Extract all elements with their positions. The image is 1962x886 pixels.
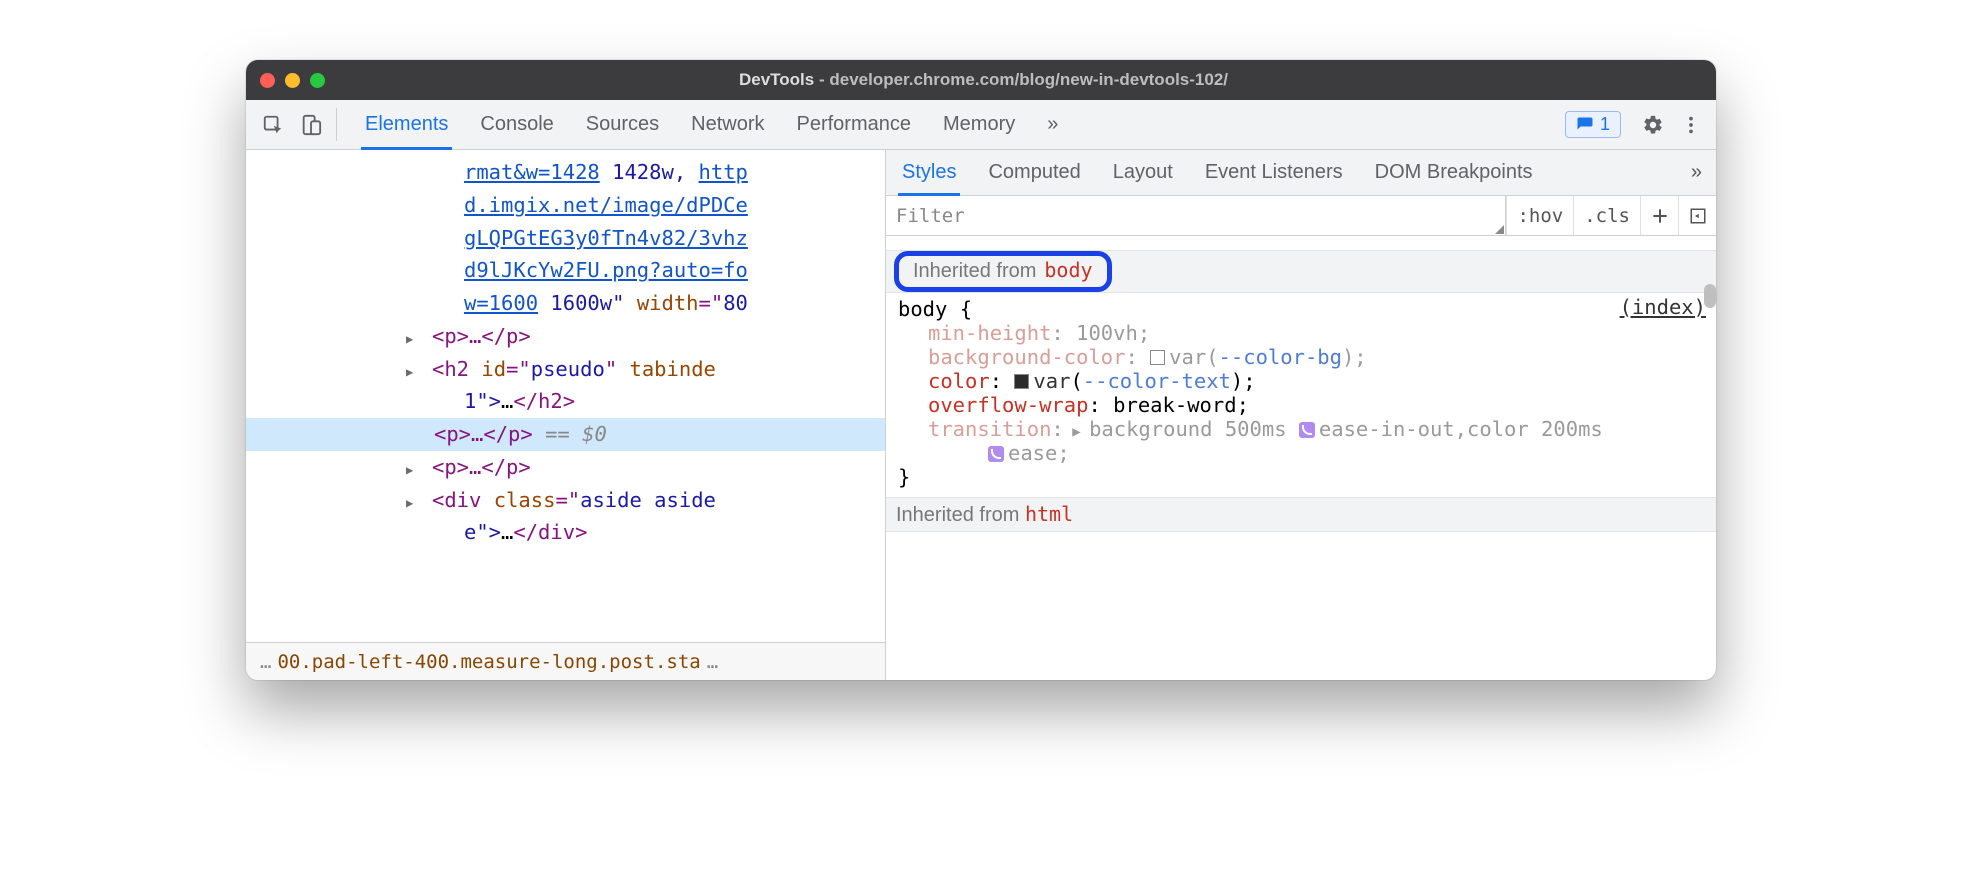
tab-elements[interactable]: Elements [349, 100, 464, 149]
subtab-dom-breakpoints[interactable]: DOM Breakpoints [1359, 150, 1549, 195]
titlebar-url: developer.chrome.com/blog/new-in-devtool… [829, 70, 1228, 89]
dom-line[interactable]: rmat&w=1428 1428w, http [246, 156, 885, 189]
subtab-event-listeners[interactable]: Event Listeners [1189, 150, 1359, 195]
dom-line[interactable]: e">…</div> [246, 516, 885, 549]
tab-network[interactable]: Network [675, 100, 780, 149]
color-swatch-icon[interactable] [1014, 374, 1029, 389]
close-window-button[interactable] [260, 73, 275, 88]
dom-line[interactable]: gLQPGtEG3y0fTn4v82/3vhz [246, 222, 885, 255]
subtab-layout[interactable]: Layout [1097, 150, 1189, 195]
styles-pane[interactable]: Inherited from body (index) body { min-h… [886, 236, 1716, 680]
breadcrumb-ellipsis[interactable]: … [254, 651, 277, 673]
devtools-window: DevTools - developer.chrome.com/blog/new… [246, 60, 1716, 680]
sidebar-tabs: Styles Computed Layout Event Listeners D… [886, 150, 1716, 196]
rule-close: } [898, 465, 1706, 489]
inherited-from-html-header[interactable]: Inherited from html [886, 497, 1716, 532]
breadcrumb-path[interactable]: 00.pad-left-400.measure-long.post.sta [277, 651, 700, 673]
breadcrumb-ellipsis[interactable]: … [701, 651, 724, 673]
more-menu-icon[interactable] [1672, 114, 1710, 136]
inherited-from-body-header[interactable]: Inherited from body [886, 250, 1716, 293]
tab-performance[interactable]: Performance [781, 100, 928, 149]
bezier-editor-icon[interactable] [988, 446, 1004, 462]
inherited-selector: body [1044, 258, 1092, 282]
rule-selector[interactable]: body { [898, 297, 1706, 321]
inspect-element-icon[interactable] [254, 114, 292, 136]
dom-line[interactable]: d.imgix.net/image/dPDCe [246, 189, 885, 222]
color-swatch-icon[interactable] [1150, 350, 1165, 365]
hov-toggle[interactable]: :hov [1506, 196, 1573, 235]
css-prop-overflow-wrap[interactable]: overflow-wrap: break-word; [898, 393, 1706, 417]
settings-icon[interactable] [1634, 114, 1672, 136]
issues-icon [1576, 116, 1594, 134]
breadcrumb[interactable]: … 00.pad-left-400.measure-long.post.sta … [246, 642, 885, 680]
elements-panel: rmat&w=1428 1428w, http d.imgix.net/imag… [246, 150, 886, 680]
tabs-overflow-icon[interactable]: » [1031, 100, 1074, 149]
titlebar: DevTools - developer.chrome.com/blog/new… [246, 60, 1716, 100]
main-split: rmat&w=1428 1428w, http d.imgix.net/imag… [246, 150, 1716, 680]
dom-tree[interactable]: rmat&w=1428 1428w, http d.imgix.net/imag… [246, 150, 885, 642]
rule-source-link[interactable]: (index) [1620, 295, 1706, 319]
toolbar-separator [336, 108, 337, 141]
new-style-rule-icon[interactable] [1640, 196, 1678, 235]
dom-node-p[interactable]: <p>…</p> [246, 451, 885, 484]
issues-chip[interactable]: 1 [1565, 111, 1621, 138]
titlebar-title: DevTools - developer.chrome.com/blog/new… [325, 70, 1642, 90]
dom-node-p[interactable]: <p>…</p> [246, 320, 885, 353]
styles-sidebar: Styles Computed Layout Event Listeners D… [886, 150, 1716, 680]
dom-node-div[interactable]: <div class="aside aside [246, 484, 885, 517]
titlebar-app: DevTools [739, 70, 814, 89]
subtab-computed[interactable]: Computed [972, 150, 1096, 195]
issues-count: 1 [1600, 114, 1610, 135]
maximize-window-button[interactable] [310, 73, 325, 88]
inherited-selector: html [1025, 502, 1073, 526]
css-rule-body[interactable]: (index) body { min-height: 100vh; backgr… [886, 293, 1716, 493]
bezier-editor-icon[interactable] [1299, 422, 1315, 438]
css-prop-background-color[interactable]: background-color: var(--color-bg); [898, 345, 1706, 369]
css-prop-transition[interactable]: transition: ▶ background 500ms ease-in-o… [898, 417, 1706, 441]
main-toolbar: Elements Console Sources Network Perform… [246, 100, 1716, 150]
tab-console[interactable]: Console [464, 100, 569, 149]
dom-line[interactable]: 1">…</h2> [246, 385, 885, 418]
dom-node-selected[interactable]: <p>…</p> == $0 [246, 418, 885, 451]
css-prop-min-height[interactable]: min-height: 100vh; [898, 321, 1706, 345]
dom-line[interactable]: d9lJKcYw2FU.png?auto=fo [246, 254, 885, 287]
css-prop-color[interactable]: color: var(--color-text); [898, 369, 1706, 393]
subtabs-overflow-icon[interactable]: » [1677, 150, 1716, 195]
tab-sources[interactable]: Sources [570, 100, 675, 149]
device-toolbar-icon[interactable] [292, 114, 330, 136]
styles-filter-input[interactable] [886, 196, 1506, 235]
cls-toggle[interactable]: .cls [1573, 196, 1640, 235]
dom-line[interactable]: w=1600 1600w" width="80 [246, 287, 885, 320]
dom-node-h2[interactable]: <h2 id="pseudo" tabinde [246, 353, 885, 386]
subtab-styles[interactable]: Styles [886, 150, 972, 195]
css-prop-transition-cont[interactable]: ease; [898, 441, 1706, 465]
toggle-rendering-panel-icon[interactable] [1678, 196, 1716, 235]
panel-tabs: Elements Console Sources Network Perform… [349, 100, 1074, 149]
minimize-window-button[interactable] [285, 73, 300, 88]
styles-filter-row: :hov .cls [886, 196, 1716, 236]
window-controls [260, 73, 325, 88]
tab-memory[interactable]: Memory [927, 100, 1031, 149]
